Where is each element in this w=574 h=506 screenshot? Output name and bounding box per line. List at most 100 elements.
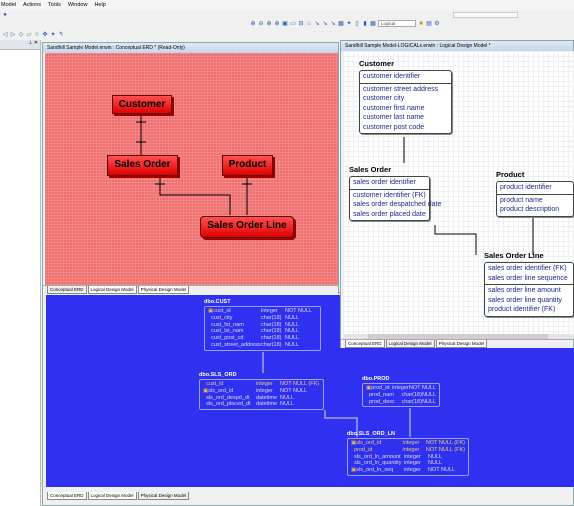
tab-conceptual[interactable]: Conceptual ERD — [345, 340, 385, 348]
logical-entity[interactable]: Sales Order Line sales order identifier (… — [484, 251, 574, 317]
attribute: customer first name — [363, 104, 425, 112]
column-name: ▣sls_ord_ln_seq — [351, 467, 394, 474]
column-row: ▣sls_ord_id integer NOT NULL (FK) — [351, 440, 465, 447]
column-name: cust_id — [206, 381, 224, 387]
column-type: char(18) — [401, 391, 422, 398]
tab-physical[interactable]: Physical Design Model — [435, 340, 488, 348]
column-name: ▣sls_ord_id — [351, 440, 382, 446]
entity-name: Customer — [359, 59, 395, 68]
column-type: char(18) — [261, 321, 282, 328]
column-type: char(18) — [261, 335, 282, 342]
attribute: product description — [500, 206, 560, 213]
table-name: dbo.CUST — [204, 299, 231, 305]
column-row: sls_ord_placed_dt datetime NULL — [203, 401, 320, 408]
column-row: cust_city char(18) NULL — [208, 315, 317, 322]
attribute: customer last name — [363, 114, 425, 121]
entity-box: product identifier product name product de… — [496, 181, 574, 217]
physical-table[interactable]: dbo.SLS_ORD cust_id integer NOT NULL (FK) ▣… — [199, 372, 324, 411]
logical-entity[interactable]: Customer customer identifier customer stre… — [359, 59, 452, 134]
attribute: customer post code — [363, 123, 425, 131]
column-type: integer — [402, 440, 420, 446]
key-attribute: sales order identifier (FK) — [488, 265, 567, 272]
column-row: sls_ord_ln_quantity integer NULL — [351, 460, 465, 467]
entity-name: Sales Order — [349, 165, 392, 174]
logical-tabs: Conceptual ERD Logical Design Model Physic… — [341, 339, 573, 348]
column-type: datetime — [256, 401, 278, 408]
attribute: customer street address — [363, 85, 439, 93]
physical-table[interactable]: dbo.CUST ▣cust_id integer NOT NULL cust_cit… — [204, 299, 321, 351]
attribute: sales order despatched date — [353, 201, 442, 208]
column-null: NULL — [285, 321, 300, 328]
column-type: integer — [404, 453, 421, 460]
key-attribute: product identifier — [500, 184, 552, 191]
entity-product[interactable]: Product — [222, 155, 273, 176]
column-row: ▣sls_ord_ln_seq integer NOT NULL — [351, 467, 465, 474]
attribute: product identifier (FK) — [488, 306, 556, 313]
column-name: sls_ord_ln_quantity — [354, 460, 402, 467]
column-name: sls_ord_placed_dt — [206, 401, 251, 408]
logical-entity[interactable]: Product product identifier product name pro… — [496, 170, 574, 217]
entity-name: Sales Order Line — [484, 251, 544, 260]
column-null: NOT NULL (FK) — [280, 381, 320, 387]
column-name: cust_city — [211, 314, 233, 321]
entity-box: customer identifier customer street addre… — [359, 70, 452, 134]
table-box: ▣sls_ord_id integer NOT NULL (FK) prod_id i… — [347, 438, 469, 476]
column-type: integer — [392, 385, 409, 391]
table-name: dbo.SLS_ORD_LN — [347, 431, 395, 437]
column-row: prod_id integer NOT NULL (FK) — [351, 447, 465, 454]
entity-box: sales order identifier customer identifie… — [349, 176, 442, 221]
column-null: NULL — [421, 398, 436, 405]
column-row: ▣cust_id integer NOT NULL — [208, 308, 317, 315]
column-null: NULL — [421, 391, 436, 398]
column-null: NOT NULL — [428, 467, 456, 474]
key-attribute: customer identifier — [363, 73, 421, 80]
column-type: char(18) — [401, 398, 422, 405]
entity-sales-order[interactable]: Sales Order — [107, 155, 178, 176]
column-row: prod_desc char(18) NULL — [366, 399, 436, 406]
column-null: NULL — [285, 328, 300, 335]
column-type: integer — [256, 387, 273, 394]
column-null: NULL — [428, 460, 443, 467]
column-name: prod_nam — [369, 391, 394, 398]
column-type: char(18) — [261, 341, 282, 348]
column-null: NOT NULL — [285, 308, 313, 314]
column-name: sls_ord_despd_dt — [206, 394, 250, 401]
physical-table[interactable]: dbo.PROD ▣prod_id integer NOT NULL prod_nam… — [362, 376, 440, 408]
table-name: dbo.PROD — [362, 376, 390, 382]
table-box: ▣cust_id integer NOT NULL cust_city char(18… — [204, 306, 321, 351]
attribute: sales order line amount — [488, 287, 561, 294]
column-type: integer — [256, 381, 273, 387]
column-type: integer — [404, 467, 421, 474]
column-row: ▣prod_id integer NOT NULL — [366, 385, 436, 392]
physical-table[interactable]: dbo.SLS_ORD_LN ▣sls_ord_id integer NOT NULL… — [347, 431, 469, 476]
column-name: cust_post_cd — [211, 335, 244, 342]
logical-entity[interactable]: Sales Order sales order identifier custome… — [349, 165, 442, 221]
column-null: NULL — [428, 453, 443, 460]
column-type: integer — [261, 308, 278, 314]
column-type: char(18) — [261, 314, 282, 321]
column-null: NOT NULL (FK) — [425, 446, 465, 453]
column-null: NOT NULL (FK) — [425, 440, 465, 446]
column-null: NULL — [280, 394, 295, 401]
table-box: cust_id integer NOT NULL (FK) ▣sls_ord_id in… — [199, 379, 324, 411]
table-name: dbo.SLS_ORD — [199, 372, 237, 378]
column-name: ▣sls_ord_id — [203, 387, 234, 394]
column-row: cust_post_cd char(18) NULL — [208, 335, 317, 342]
column-null: NOT NULL — [280, 387, 308, 394]
column-null: NULL — [280, 401, 295, 408]
column-name: prod_id — [354, 446, 373, 453]
tab-logical[interactable]: Logical Design Model — [385, 340, 435, 348]
entity-name: Product — [496, 170, 525, 179]
column-row: cust_fst_nam char(18) NULL — [208, 322, 317, 329]
column-type: datetime — [256, 394, 278, 401]
key-attribute: sales order line sequence — [488, 274, 568, 282]
column-name: prod_desc — [369, 398, 395, 405]
attribute: sales order line quantity — [488, 296, 562, 304]
column-row: prod_nam char(18) NULL — [366, 392, 436, 399]
entity-sales-order-line[interactable]: Sales Order Line — [200, 216, 294, 238]
table-box: ▣prod_id integer NOT NULL prod_nam char(18)… — [362, 383, 440, 408]
entity-customer[interactable]: Customer — [112, 95, 172, 114]
column-row: sls_ord_despd_dt datetime NULL — [203, 395, 320, 402]
column-type: integer — [402, 446, 420, 453]
column-null: NULL — [285, 335, 300, 342]
